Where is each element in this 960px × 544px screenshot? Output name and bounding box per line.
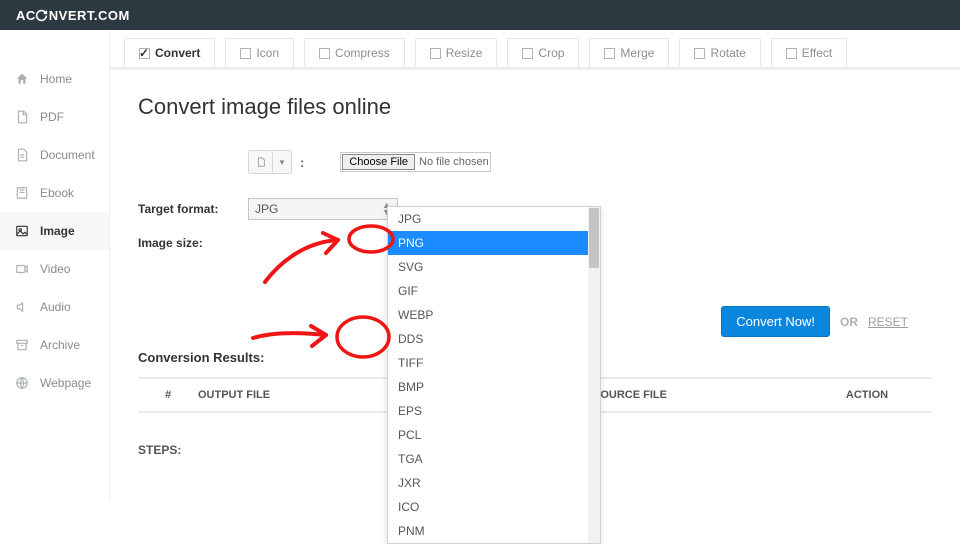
- dropdown-option[interactable]: TGA: [388, 447, 600, 471]
- scrollbar-thumb[interactable]: [589, 208, 599, 268]
- webpage-icon: [14, 375, 30, 391]
- pdf-icon: [14, 109, 30, 125]
- checkbox-icon: [319, 48, 330, 59]
- sidebar-item-ebook[interactable]: Ebook: [0, 174, 109, 212]
- video-icon: [14, 261, 30, 277]
- sidebar-item-audio[interactable]: Audio: [0, 288, 109, 326]
- target-format-select[interactable]: JPG ▲▼: [248, 198, 398, 220]
- dropdown-option[interactable]: JPG: [388, 207, 600, 231]
- sidebar-item-label: Archive: [40, 338, 80, 352]
- dropdown-option[interactable]: JXR: [388, 471, 600, 495]
- sidebar-item-label: PDF: [40, 110, 64, 124]
- sidebar-item-image[interactable]: Image: [0, 212, 109, 250]
- image-icon: [14, 223, 30, 239]
- tab-rotate[interactable]: Rotate: [679, 38, 760, 67]
- tab-icon[interactable]: Icon: [225, 38, 294, 67]
- action-bar: Convert Now! OR RESET: [721, 306, 908, 337]
- refresh-icon: [35, 9, 48, 22]
- sidebar-item-label: Ebook: [40, 186, 74, 200]
- checkbox-icon: [694, 48, 705, 59]
- sidebar-item-archive[interactable]: Archive: [0, 326, 109, 364]
- sidebar-item-document[interactable]: Document: [0, 136, 109, 174]
- top-bar: AC NVERT.COM: [0, 0, 960, 30]
- tab-label: Convert: [155, 46, 200, 60]
- dropdown-option[interactable]: GIF: [388, 279, 600, 303]
- image-size-label: Image size:: [138, 236, 248, 250]
- checkbox-icon: [430, 48, 441, 59]
- tab-label: Resize: [446, 46, 483, 60]
- dropdown-option[interactable]: EPS: [388, 399, 600, 423]
- format-dropdown: JPGPNGSVGGIFWEBPDDSTIFFBMPEPSPCLTGAJXRIC…: [387, 206, 601, 544]
- sidebar: Home PDF Document Ebook Image Video Audi…: [0, 30, 110, 500]
- dropdown-option[interactable]: PNM: [388, 519, 600, 543]
- caret-down-icon: ▼: [278, 158, 286, 167]
- choose-file-button[interactable]: Choose File: [342, 154, 415, 170]
- no-file-label: No file chosen: [419, 156, 489, 168]
- ebook-icon: [14, 185, 30, 201]
- dropdown-option[interactable]: BMP: [388, 375, 600, 399]
- archive-icon: [14, 337, 30, 353]
- tab-label: Merge: [620, 46, 654, 60]
- sidebar-item-label: Audio: [40, 300, 71, 314]
- sidebar-item-pdf[interactable]: PDF: [0, 98, 109, 136]
- tab-bar: Convert Icon Compress Resize Crop Merge …: [110, 30, 960, 70]
- sidebar-item-label: Home: [40, 72, 72, 86]
- target-format-label: Target format:: [138, 202, 248, 216]
- dropdown-scrollbar[interactable]: [588, 207, 600, 543]
- tab-label: Crop: [538, 46, 564, 60]
- checkbox-icon: [604, 48, 615, 59]
- separator-colon: :: [300, 155, 304, 170]
- tab-compress[interactable]: Compress: [304, 38, 405, 67]
- dropdown-option[interactable]: DDS: [388, 327, 600, 351]
- sidebar-item-home[interactable]: Home: [0, 60, 109, 98]
- brand-text-1: AC: [16, 8, 36, 23]
- audio-icon: [14, 299, 30, 315]
- dropdown-option[interactable]: PCL: [388, 423, 600, 447]
- sidebar-item-label: Video: [40, 262, 70, 276]
- brand-logo[interactable]: AC NVERT.COM: [16, 8, 130, 23]
- dropdown-option[interactable]: TIFF: [388, 351, 600, 375]
- main-panel: Convert Icon Compress Resize Crop Merge …: [110, 30, 960, 500]
- col-index: #: [138, 389, 198, 401]
- tab-label: Rotate: [710, 46, 745, 60]
- tab-label: Icon: [256, 46, 279, 60]
- checkbox-icon: [786, 48, 797, 59]
- checkbox-icon: [139, 48, 150, 59]
- checkbox-icon: [240, 48, 251, 59]
- reset-link[interactable]: RESET: [868, 315, 908, 329]
- sidebar-item-label: Webpage: [40, 376, 91, 390]
- dropdown-option[interactable]: SVG: [388, 255, 600, 279]
- sidebar-item-webpage[interactable]: Webpage: [0, 364, 109, 402]
- file-source-button[interactable]: [249, 151, 273, 173]
- col-action: ACTION: [802, 389, 932, 401]
- tab-effect[interactable]: Effect: [771, 38, 847, 67]
- tab-crop[interactable]: Crop: [507, 38, 579, 67]
- dropdown-option[interactable]: WEBP: [388, 303, 600, 327]
- tab-merge[interactable]: Merge: [589, 38, 669, 67]
- brand-text-2: NVERT.COM: [49, 8, 130, 23]
- sidebar-item-label: Document: [40, 148, 95, 162]
- or-label: OR: [840, 315, 858, 329]
- file-icon: [256, 156, 266, 168]
- select-value: JPG: [255, 202, 278, 216]
- sidebar-item-video[interactable]: Video: [0, 250, 109, 288]
- home-icon: [14, 71, 30, 87]
- dropdown-option[interactable]: PNG: [388, 231, 600, 255]
- tab-label: Compress: [335, 46, 390, 60]
- tab-resize[interactable]: Resize: [415, 38, 498, 67]
- source-picker-group: ▼: [248, 150, 292, 174]
- sidebar-item-label: Image: [40, 224, 75, 238]
- document-icon: [14, 147, 30, 163]
- page-title: Convert image files online: [138, 94, 932, 120]
- dropdown-option[interactable]: ICO: [388, 495, 600, 519]
- convert-now-button[interactable]: Convert Now!: [721, 306, 830, 337]
- tab-label: Effect: [802, 46, 832, 60]
- tab-convert[interactable]: Convert: [124, 38, 215, 67]
- file-source-dropdown[interactable]: ▼: [273, 151, 291, 173]
- checkbox-icon: [522, 48, 533, 59]
